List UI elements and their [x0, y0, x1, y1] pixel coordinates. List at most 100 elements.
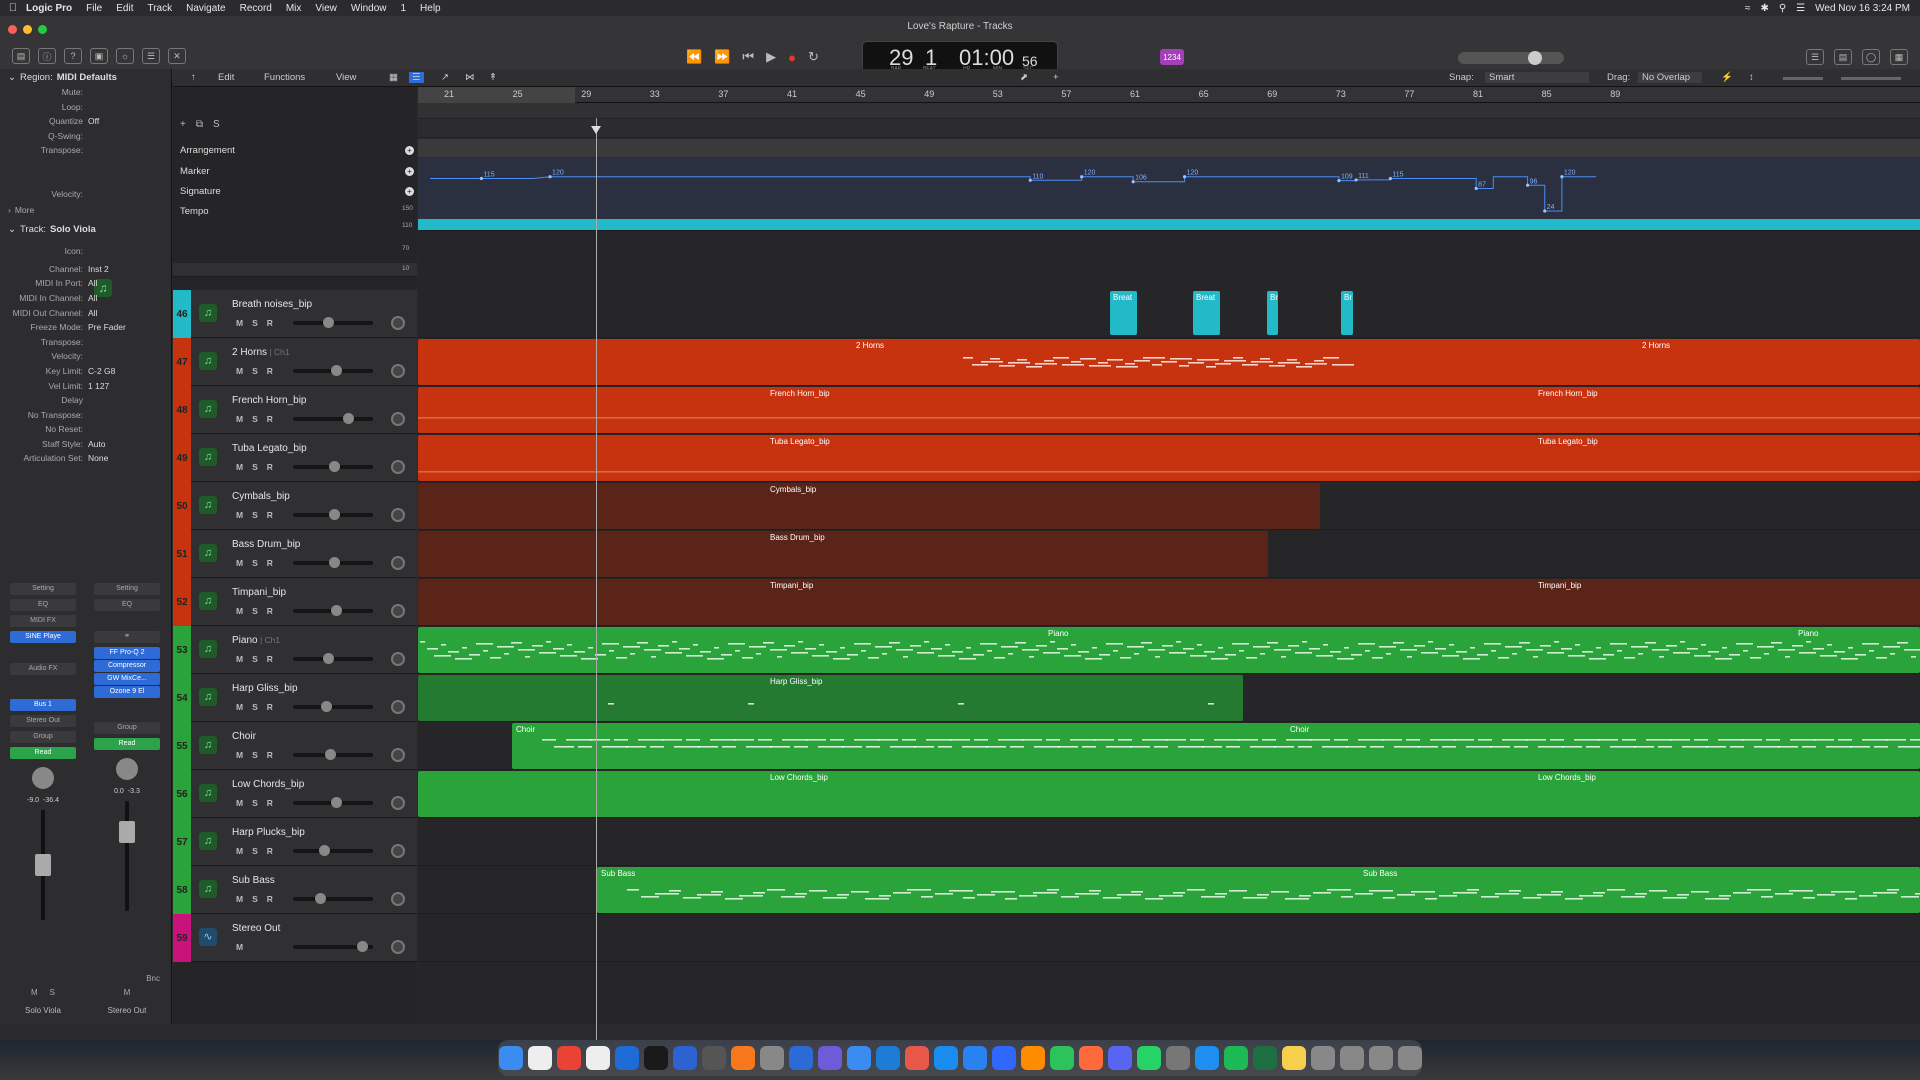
automation-icon[interactable]: ↗: [441, 72, 449, 83]
mute-button[interactable]: M: [236, 942, 243, 952]
prop-value[interactable]: Auto: [88, 439, 106, 449]
inspector-prop-row[interactable]: Mute:: [0, 85, 171, 100]
dock-app-icon[interactable]: [498, 1046, 523, 1070]
record-enable-button[interactable]: R: [267, 318, 273, 328]
rewind-icon[interactable]: ⏪: [686, 49, 702, 65]
record-enable-button[interactable]: R: [267, 366, 273, 376]
track-pan-knob[interactable]: [391, 556, 405, 570]
tempo-lane[interactable]: 115 120 110 120 106 120 109 111 115 87 96 24 120: [418, 158, 1920, 221]
dock-app-icon[interactable]: [1223, 1046, 1248, 1070]
track-volume-slider[interactable]: [293, 461, 373, 472]
track-volume-knob[interactable]: [325, 749, 336, 760]
pan-knob[interactable]: [32, 767, 54, 789]
track-lane[interactable]: Breat Breat Br Br: [418, 290, 1920, 338]
solo-button[interactable]: S: [252, 606, 258, 616]
track-volume-slider[interactable]: [293, 701, 373, 712]
track-lane[interactable]: [418, 914, 1920, 962]
notepad-icon[interactable]: ▤: [1834, 49, 1852, 65]
add-arrangement-icon[interactable]: +: [405, 145, 414, 155]
list-view-icon[interactable]: ☰: [409, 72, 424, 83]
dock-app-icon[interactable]: [1020, 1046, 1045, 1070]
track-header[interactable]: 57 ♫ Harp Plucks_bip M S R: [173, 818, 417, 866]
track-pan-knob[interactable]: [391, 892, 405, 906]
track-name[interactable]: Cymbals_bip: [232, 491, 290, 502]
apple-icon[interactable]: : [0, 2, 26, 14]
flex-icon[interactable]: ⋈: [465, 72, 475, 83]
tempo-curve[interactable]: 115 120 110 120 106 120 109 111 115 87 96 24 120: [418, 158, 1920, 221]
track-volume-knob[interactable]: [329, 557, 340, 568]
track-pan-knob[interactable]: [391, 748, 405, 762]
track-pan-knob[interactable]: [391, 604, 405, 618]
record-enable-button[interactable]: R: [267, 462, 273, 472]
dock-app-icon[interactable]: [1397, 1046, 1422, 1070]
tempo-point[interactable]: [548, 175, 552, 179]
solo-button[interactable]: S: [252, 798, 258, 808]
track-name[interactable]: Breath noises_bip: [232, 299, 312, 310]
solo-button[interactable]: S: [252, 510, 258, 520]
track-pan-knob[interactable]: [391, 844, 405, 858]
track-volume-slider[interactable]: [293, 653, 373, 664]
go-to-start-icon[interactable]: ⏮: [742, 49, 754, 65]
track-name[interactable]: Piano | Ch1: [232, 635, 280, 646]
link-icon[interactable]: ⚭: [94, 631, 160, 643]
more-toggle[interactable]: › More: [0, 202, 171, 218]
catch-icon[interactable]: ↟: [489, 72, 497, 83]
dock-app-icon[interactable]: [1194, 1046, 1219, 1070]
track-lane[interactable]: 2 Horns 2 Horns: [418, 338, 1920, 386]
track-lane[interactable]: Harp Gliss_bip: [418, 674, 1920, 722]
track-name[interactable]: Bass Drum_bip: [232, 539, 300, 550]
mute-button[interactable]: M: [236, 798, 243, 808]
record-enable-button[interactable]: R: [267, 750, 273, 760]
vertical-zoom-icon[interactable]: ↕: [1749, 72, 1754, 83]
region-low-chords[interactable]: Low Chords_bip Low Chords_bip: [418, 771, 1920, 817]
fast-forward-icon[interactable]: ⏩: [714, 49, 730, 65]
track-pan-knob[interactable]: [391, 412, 405, 426]
dock-app-icon[interactable]: [1165, 1046, 1190, 1070]
loop-browser-icon[interactable]: ◯: [1862, 49, 1880, 65]
track-volume-slider[interactable]: [293, 365, 373, 376]
track-volume-slider[interactable]: [293, 893, 373, 904]
track-lane[interactable]: Bass Drum_bip: [418, 530, 1920, 578]
fx-slot-1[interactable]: FF Pro-Q 2: [94, 647, 160, 659]
inspector-prop-row[interactable]: [0, 173, 171, 188]
fader-cap[interactable]: [119, 821, 135, 843]
fx-slot-3[interactable]: GW MixCe...: [94, 673, 160, 685]
track-lane[interactable]: Choir Choir: [418, 722, 1920, 770]
menu-navigate[interactable]: Navigate: [186, 3, 225, 14]
note-icon[interactable]: ♫: [199, 400, 217, 418]
mute-button[interactable]: M: [236, 318, 243, 328]
menu-window[interactable]: Window: [351, 3, 387, 14]
audio-fx-slot[interactable]: Audio FX: [10, 663, 76, 675]
note-icon[interactable]: ♫: [199, 640, 217, 658]
region-breath[interactable]: Br: [1341, 291, 1353, 335]
track-name[interactable]: Low Chords_bip: [232, 779, 304, 790]
search-icon[interactable]: ⚲: [1779, 3, 1786, 14]
dock-app-icon[interactable]: [1339, 1046, 1364, 1070]
signature-lane[interactable]: [418, 139, 1920, 157]
track-name[interactable]: Stereo Out: [232, 923, 280, 934]
track-lane[interactable]: French Horn_bip French Horn_bip: [418, 386, 1920, 434]
track-header[interactable]: 58 ♫ Sub Bass M S R: [173, 866, 417, 914]
region-sub-bass[interactable]: Sub Bass Sub Bass: [597, 867, 1920, 913]
solo-button[interactable]: S: [252, 414, 258, 424]
track-volume-slider[interactable]: [293, 749, 373, 760]
track-header[interactable]: 50 ♫ Cymbals_bip M S R: [173, 482, 417, 530]
track-volume-slider[interactable]: [293, 413, 373, 424]
prop-value[interactable]: None: [88, 453, 108, 463]
note-icon[interactable]: ♫: [199, 448, 217, 466]
mute-button[interactable]: M: [31, 988, 38, 997]
tempo-point[interactable]: [1388, 176, 1392, 181]
eq-button[interactable]: EQ: [94, 599, 160, 611]
solo-button[interactable]: S: [50, 988, 55, 997]
mixer-icon[interactable]: ☰: [142, 48, 160, 64]
track-header[interactable]: 49 ♫ Tuba Legato_bip M S R: [173, 434, 417, 482]
region-timpani[interactable]: Timpani_bip Timpani_bip: [418, 579, 1920, 625]
inspector-prop-row[interactable]: Q-Swing:: [0, 129, 171, 144]
track-inspector-header[interactable]: ⌄ Track: Solo Viola: [0, 222, 171, 238]
tempo-point[interactable]: [1543, 209, 1547, 213]
playhead-handle[interactable]: [591, 126, 601, 134]
inspector-prop-row[interactable]: Freeze Mode: Pre Fader: [0, 320, 171, 335]
track-volume-slider[interactable]: [293, 941, 373, 952]
track-pan-knob[interactable]: [391, 460, 405, 474]
track-lane[interactable]: Tuba Legato_bip Tuba Legato_bip: [418, 434, 1920, 482]
